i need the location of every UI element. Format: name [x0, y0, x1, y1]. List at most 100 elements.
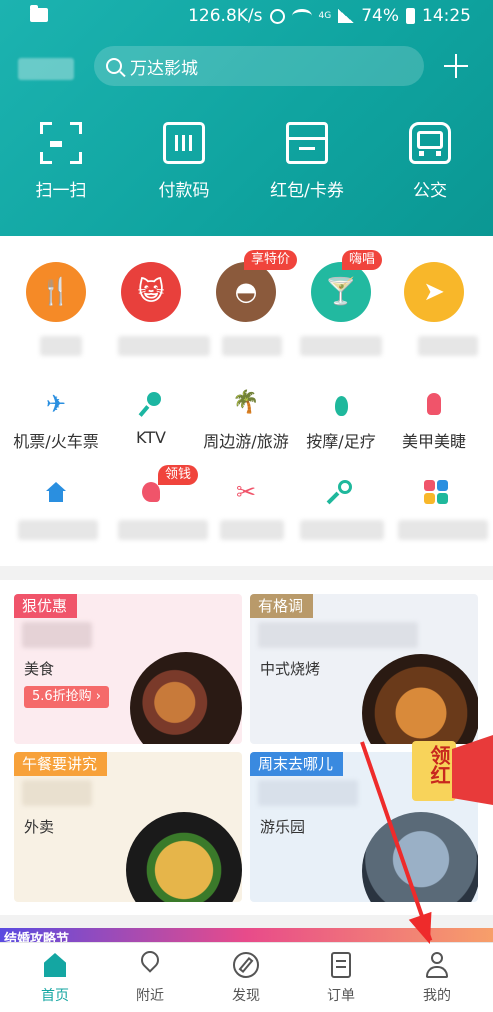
blurred-label: [418, 336, 478, 356]
status-bar-right: 126.8K/s 4G 74% 14:25: [188, 6, 471, 26]
tab-home-label: 首页: [41, 988, 69, 1004]
scissors-icon[interactable]: ✂: [232, 478, 260, 506]
entertainment-category-button[interactable]: 🍸: [311, 262, 371, 322]
blurred-label: [118, 336, 210, 356]
nail-button[interactable]: 美甲美睫: [386, 390, 482, 452]
promo-tag: 午餐要讲究: [14, 752, 108, 776]
payment-code-label: 付款码: [158, 181, 210, 201]
network-speed: 126.8K/s: [188, 6, 263, 26]
blurred-label: [220, 520, 284, 540]
sing-badge: 嗨唱: [342, 250, 383, 270]
blurred-title: [22, 622, 92, 648]
payment-code-icon: [163, 122, 205, 164]
signal-icon: [338, 9, 355, 23]
home-icon: [41, 951, 69, 979]
city-selector[interactable]: [18, 58, 74, 80]
promo-discount-pill[interactable]: 5.6折抢购 ›: [24, 686, 110, 708]
burger-image: [130, 652, 242, 744]
search-icon: [106, 58, 122, 74]
cocktail-icon: 🍸: [324, 277, 358, 307]
promo-tag: 周末去哪儿: [250, 752, 344, 776]
tab-profile[interactable]: 我的: [402, 951, 472, 1005]
ktv-button[interactable]: KTV: [103, 390, 199, 447]
scan-label: 扫一扫: [35, 181, 87, 201]
battery-icon: [406, 8, 415, 24]
tab-profile-label: 我的: [423, 988, 451, 1004]
travel-button[interactable]: 🌴 周边游/旅游: [198, 390, 294, 452]
search-text: 万达影城: [130, 58, 198, 79]
location-pin-icon: [136, 947, 164, 979]
tab-discover[interactable]: 发现: [211, 951, 281, 1005]
promo-card-takeout[interactable]: 午餐要讲究 外卖: [14, 752, 242, 902]
tab-bar: 首页 附近 发现 订单 我的: [0, 942, 493, 1012]
microphone-icon: [137, 390, 165, 418]
food-category-button[interactable]: 🍴: [26, 262, 86, 322]
bus-button[interactable]: 公交: [385, 122, 475, 201]
compass-icon: [232, 951, 260, 979]
blurred-label: [398, 520, 488, 540]
folder-icon: [30, 5, 48, 22]
bbq-image: [362, 654, 478, 744]
dome-icon: ◓: [234, 277, 258, 307]
travel-label: 周边游/旅游: [203, 432, 289, 451]
promo-title: 外卖: [24, 818, 55, 836]
park-image: [362, 812, 478, 902]
nail-icon: [420, 390, 448, 418]
coupon-button[interactable]: 红包/卡券: [262, 122, 352, 201]
wifi-icon: [291, 9, 312, 23]
tab-home[interactable]: 首页: [20, 951, 90, 1005]
clock: 14:25: [422, 6, 471, 26]
payment-code-button[interactable]: 付款码: [139, 122, 229, 201]
promo-card-bbq[interactable]: 有格调 中式烧烤: [250, 594, 478, 744]
plane-icon: ✈: [45, 390, 67, 418]
red-envelope-label: 领红: [412, 741, 456, 801]
scan-button[interactable]: 扫一扫: [16, 122, 106, 201]
blurred-title: [258, 780, 358, 806]
noodles-image: [126, 812, 242, 902]
promo-title: 美食: [24, 660, 55, 678]
movie-category-button[interactable]: 😺: [121, 262, 181, 322]
hotel-category-button[interactable]: ◓: [216, 262, 276, 322]
coupon-label: 红包/卡券: [270, 181, 344, 201]
profile-icon: [423, 951, 451, 979]
blurred-label: [300, 520, 384, 540]
kangaroo-icon: ➤: [423, 277, 445, 307]
search-bar[interactable]: 万达影城: [94, 46, 424, 86]
bus-label: 公交: [413, 181, 447, 201]
cat-face-icon: 😺: [137, 277, 165, 307]
status-bar: 126.8K/s 4G 74% 14:25: [0, 0, 493, 34]
fork-knife-icon: 🍴: [39, 277, 73, 307]
palm-tree-icon: 🌴: [232, 390, 260, 415]
promo-tag: 有格调: [250, 594, 314, 618]
tab-nearby-label: 附近: [136, 988, 164, 1004]
tab-orders[interactable]: 订单: [306, 951, 376, 1005]
blurred-label: [40, 336, 82, 356]
promo-card-food[interactable]: 狠优惠 美食 5.6折抢购 ›: [14, 594, 242, 744]
flight-train-button[interactable]: ✈ 机票/火车票: [8, 390, 104, 452]
more-apps-icon[interactable]: [422, 478, 450, 506]
bus-icon: [409, 122, 451, 164]
ktv-label: KTV: [136, 428, 166, 447]
massage-button[interactable]: 按摩/足疗: [293, 390, 389, 452]
alarm-icon: [269, 8, 285, 24]
blurred-label: [222, 336, 282, 356]
add-icon[interactable]: [444, 54, 468, 78]
takeout-category-button[interactable]: ➤: [404, 262, 464, 322]
promo-title: 中式烧烤: [260, 660, 321, 678]
red-envelope-button[interactable]: 领红: [412, 735, 493, 805]
tab-orders-label: 订单: [327, 988, 355, 1004]
promo-title: 游乐园: [260, 818, 306, 836]
temple-icon[interactable]: [42, 478, 70, 506]
tab-nearby[interactable]: 附近: [115, 947, 185, 1005]
tab-discover-label: 发现: [232, 988, 260, 1004]
get-money-badge: 领钱: [158, 465, 199, 485]
coupon-icon: [286, 122, 328, 164]
promo-tag: 狠优惠: [14, 594, 78, 618]
blurred-label: [18, 520, 98, 540]
blurred-label: [118, 520, 208, 540]
order-list-icon: [327, 951, 355, 979]
key-icon[interactable]: [326, 478, 355, 506]
battery-percent: 74%: [361, 6, 399, 26]
foot-icon: [327, 390, 355, 418]
blurred-title: [258, 622, 418, 648]
